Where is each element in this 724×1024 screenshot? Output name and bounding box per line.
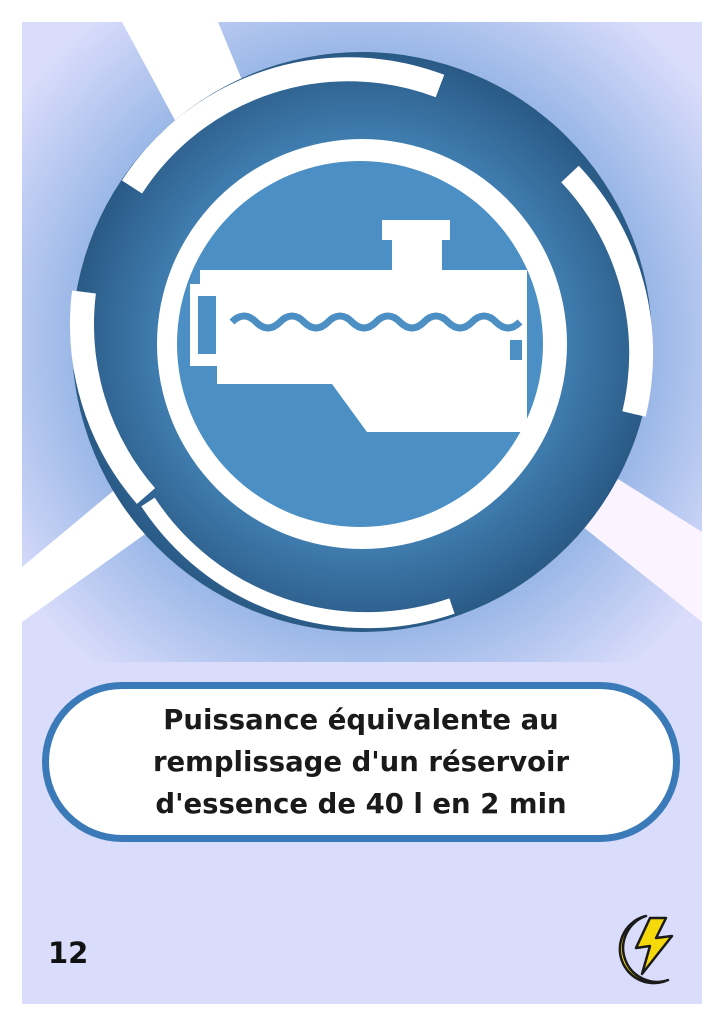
card-number: 12 [48,936,89,970]
caption-line-2: remplissage d'un réservoir [152,746,570,778]
energy-lightning-icon [618,914,674,985]
card: Puissance équivalente au remplissage d'u… [22,22,702,1004]
caption-box: Puissance équivalente au remplissage d'u… [42,682,680,842]
caption-line-1: Puissance équivalente au [163,704,559,736]
card-illustration [22,22,702,662]
caption-line-3: d'essence de 40 l en 2 min [155,788,567,820]
caption-text: Puissance équivalente au remplissage d'u… [153,699,569,825]
